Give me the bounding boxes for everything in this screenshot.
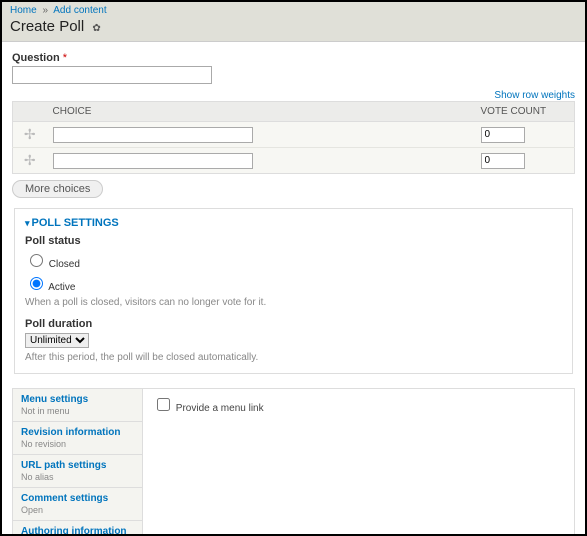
col-handle <box>13 102 47 122</box>
poll-settings-title-text: POLL SETTINGS <box>32 217 119 229</box>
vertical-tabs: Menu settings Not in menu Revision infor… <box>12 388 575 536</box>
tab-url-path-settings[interactable]: URL path settings No alias <box>13 455 142 488</box>
tab-summary: No revision <box>21 439 134 449</box>
duration-hint: After this period, the poll will be clos… <box>25 352 562 363</box>
question-label: Question <box>12 52 60 64</box>
tab-revision-information[interactable]: Revision information No revision <box>13 422 142 455</box>
gear-icon[interactable]: ✿ <box>92 23 100 34</box>
tab-menu-settings[interactable]: Menu settings Not in menu <box>13 389 142 422</box>
col-choice: CHOICE <box>47 102 475 122</box>
col-vote: VOTE COUNT <box>475 102 575 122</box>
vote-count-input[interactable] <box>481 153 525 169</box>
provide-menu-link-checkbox[interactable] <box>157 398 170 411</box>
status-hint: When a poll is closed, visitors can no l… <box>25 297 562 308</box>
show-row-weights-link[interactable]: Show row weights <box>494 90 575 101</box>
choice-input[interactable] <box>53 127 253 143</box>
drag-handle-icon[interactable]: ✢ <box>13 148 47 174</box>
vote-count-input[interactable] <box>481 127 525 143</box>
required-marker: * <box>63 52 67 64</box>
tab-summary: Not in menu <box>21 406 134 416</box>
poll-status-label: Poll status <box>25 235 562 247</box>
tab-title: Comment settings <box>21 493 134 504</box>
tab-summary: Open <box>21 505 134 515</box>
tab-title: Authoring information <box>21 526 134 536</box>
page-title: Create Poll ✿ <box>10 18 577 35</box>
more-choices-button[interactable]: More choices <box>12 180 103 198</box>
poll-duration-select[interactable]: Unlimited <box>25 333 89 348</box>
radio-closed[interactable]: Closed <box>25 259 80 270</box>
provide-menu-link[interactable]: Provide a menu link <box>153 403 264 414</box>
vertical-tabs-pane: Provide a menu link <box>143 389 574 536</box>
breadcrumb: Home » Add content <box>10 5 577 16</box>
question-field: Question * <box>12 52 575 84</box>
choice-input[interactable] <box>53 153 253 169</box>
tab-comment-settings[interactable]: Comment settings Open <box>13 488 142 521</box>
tab-title: URL path settings <box>21 460 134 471</box>
tab-summary: No alias <box>21 472 134 482</box>
radio-active-label: Active <box>48 282 75 293</box>
radio-closed-label: Closed <box>49 259 80 270</box>
poll-settings-title[interactable]: ▾POLL SETTINGS <box>25 217 562 229</box>
choices-table: CHOICE VOTE COUNT ✢ ✢ <box>12 101 575 174</box>
breadcrumb-home[interactable]: Home <box>10 5 37 16</box>
tab-title: Revision information <box>21 427 134 438</box>
question-input[interactable] <box>12 66 212 84</box>
drag-handle-icon[interactable]: ✢ <box>13 122 47 148</box>
poll-duration-label: Poll duration <box>25 318 562 330</box>
poll-settings-fieldset: ▾POLL SETTINGS Poll status Closed Active… <box>14 208 573 374</box>
breadcrumb-add-content[interactable]: Add content <box>53 5 106 16</box>
table-row: ✢ <box>13 148 575 174</box>
table-row: ✢ <box>13 122 575 148</box>
tab-title: Menu settings <box>21 394 134 405</box>
collapse-arrow-icon: ▾ <box>25 218 30 228</box>
tab-authoring-information[interactable]: Authoring information By Admin <box>13 521 142 536</box>
radio-active[interactable]: Active <box>25 282 75 293</box>
vertical-tabs-list: Menu settings Not in menu Revision infor… <box>13 389 143 536</box>
header-bar: Home » Add content Create Poll ✿ <box>2 2 585 42</box>
breadcrumb-sep: » <box>42 5 48 16</box>
page-title-text: Create Poll <box>10 18 84 35</box>
provide-menu-link-label: Provide a menu link <box>176 403 264 414</box>
